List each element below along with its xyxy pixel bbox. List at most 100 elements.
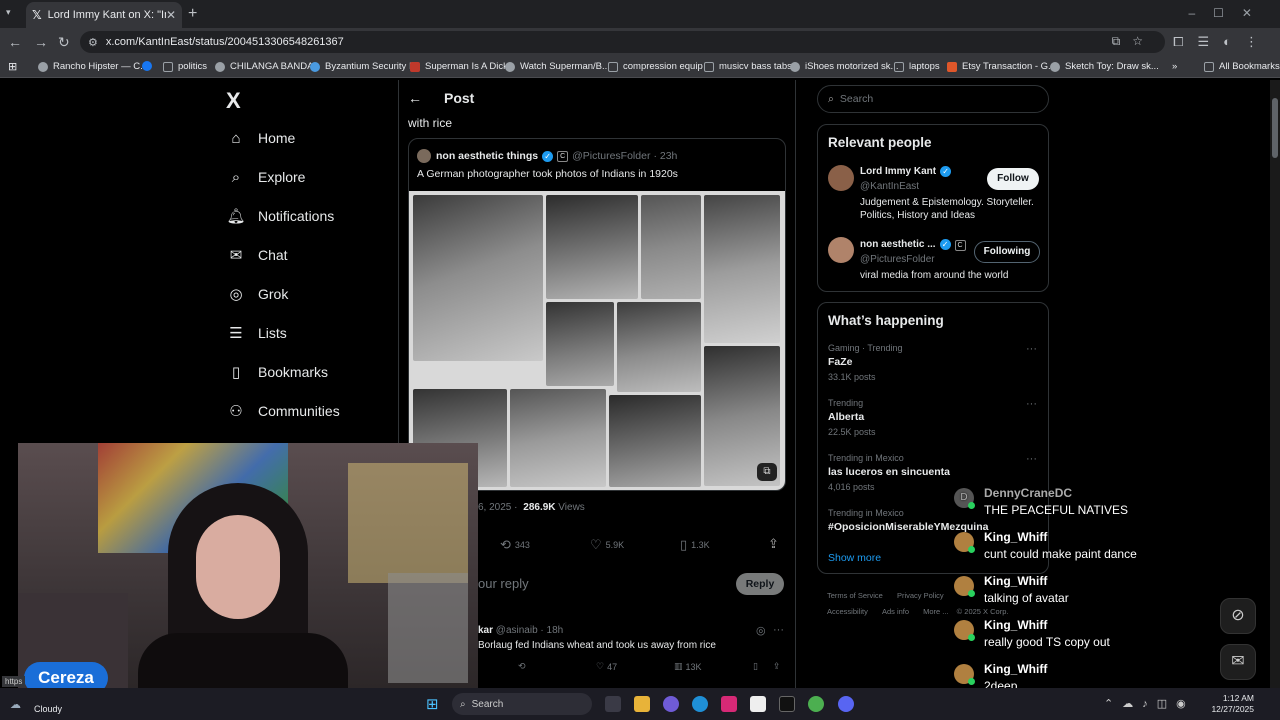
avatar[interactable] — [828, 237, 854, 263]
trend-item[interactable]: Trending in Mexico las luceros en sincuen… — [828, 453, 950, 492]
nav-notifications[interactable]: 🔔︎ Notifications — [226, 208, 334, 225]
bookmark-folder[interactable]: politics — [163, 61, 207, 72]
image-edit-icon[interactable]: ⧉ — [757, 463, 777, 481]
share-icon[interactable]: ⇪ — [768, 536, 779, 552]
bookmark-item[interactable]: Byzantium Security I... — [310, 61, 420, 72]
more-options-icon[interactable]: ··· — [1026, 343, 1037, 355]
person-handle[interactable]: @KantInEast — [860, 181, 919, 192]
bookmark-item[interactable]: Watch Superman/B... — [505, 61, 610, 72]
online-dot — [968, 634, 975, 641]
footer-link[interactable]: More ... — [923, 607, 948, 616]
window-controls[interactable]: –☐✕ — [1189, 6, 1271, 20]
browser-tab[interactable]: 𝕏 Lord Immy Kant on X: "Indians ✕ — [26, 2, 182, 28]
file-explorer-icon[interactable] — [634, 696, 650, 712]
page-scrollbar[interactable] — [1270, 80, 1280, 688]
grok-icon[interactable]: ◎ — [756, 624, 766, 637]
more-options-icon[interactable]: ··· — [773, 624, 784, 636]
facebook-icon[interactable] — [142, 61, 157, 71]
scrollbar-thumb[interactable] — [1272, 98, 1278, 158]
avatar[interactable] — [417, 149, 431, 163]
reload-icon[interactable]: ↻ — [58, 34, 70, 51]
bookmark-item[interactable]: Superman Is A Dick — [410, 61, 508, 72]
nav-home[interactable]: ⌂ Home — [228, 130, 295, 147]
follow-button[interactable]: Follow — [987, 168, 1039, 190]
trend-item[interactable]: Gaming · Trending FaZe 33.1K posts — [828, 343, 903, 382]
bookmark-folder[interactable]: compression equip — [608, 61, 703, 72]
bookmark-button[interactable]: ▯ 1.3K — [680, 537, 710, 553]
bookmark-folder[interactable]: laptops — [894, 61, 940, 72]
wall-panel — [348, 463, 468, 583]
reply-bookmark-icon[interactable]: ▯ — [753, 661, 758, 672]
like-button[interactable]: ♡ 5.9K — [590, 537, 624, 553]
address-bar[interactable]: ⚙ x.com/KantInEast/status/20045133065482… — [80, 31, 1165, 53]
close-tab-icon[interactable]: ✕ — [166, 8, 176, 22]
copilot-icon[interactable] — [663, 696, 679, 712]
avatar[interactable] — [828, 165, 854, 191]
grok-icon[interactable]: ⊘ — [1220, 598, 1256, 634]
quoted-author-name[interactable]: non aesthetic things — [436, 150, 538, 162]
tab-search-chevron-icon[interactable]: ▾ — [6, 7, 11, 18]
nav-communities[interactable]: ⚇ Communities — [228, 403, 339, 420]
person-name-row[interactable]: Lord Immy Kant ✓ — [860, 166, 955, 177]
weather-text[interactable]: Cloudy — [34, 704, 62, 714]
reply-author[interactable]: kar — [478, 625, 493, 636]
chrome-icon[interactable] — [808, 696, 824, 712]
footer-link[interactable]: Terms of Service — [827, 591, 883, 600]
new-tab-icon[interactable]: + — [188, 5, 197, 23]
more-bookmarks-icon[interactable]: » — [1172, 61, 1177, 72]
reply-button[interactable]: Reply — [736, 573, 784, 595]
system-tray[interactable]: ⌃☁♪◫◉ — [1104, 697, 1195, 710]
taskbar-clock[interactable]: 1:12 AM 12/27/2025 — [1211, 693, 1254, 715]
footer-link[interactable]: Ads info — [882, 607, 909, 616]
reply-share-icon[interactable]: ⇪ — [773, 661, 781, 672]
quoted-author-handle[interactable]: @PicturesFolder — [572, 150, 650, 162]
more-options-icon[interactable]: ··· — [1026, 453, 1037, 465]
messages-icon[interactable]: ✉ — [1220, 644, 1256, 680]
bookmark-item[interactable]: CHILANGA BANDA — [215, 61, 313, 72]
search-input[interactable]: ⌕ Search — [817, 85, 1049, 113]
all-bookmarks-folder[interactable]: All Bookmarks — [1204, 61, 1280, 72]
bookmark-folder[interactable]: musicv bass tabs — [704, 61, 792, 72]
windows-start-icon[interactable]: ⊞ — [426, 695, 439, 713]
footer-link[interactable]: Accessibility — [827, 607, 868, 616]
person-handle[interactable]: @PicturesFolder — [860, 254, 935, 265]
bookmark-item[interactable]: Etsy Transaction - G... — [947, 61, 1056, 72]
reply-handle[interactable]: @asinaib · 18h — [496, 625, 563, 636]
bookmark-item[interactable]: Rancho Hipster — C... — [38, 61, 148, 72]
back-arrow-icon[interactable]: ← — [8, 34, 22, 50]
reply-retweet-icon[interactable]: ⟲ — [518, 661, 526, 672]
nav-explore[interactable]: ⌕ Explore — [228, 169, 306, 186]
bookmark-item[interactable]: Sketch Toy: Draw sk... — [1050, 61, 1159, 72]
taskbar-search[interactable]: ⌕ Search — [452, 693, 592, 715]
x-app-icon[interactable] — [779, 696, 795, 712]
nav-chat[interactable]: ✉ Chat — [228, 247, 288, 264]
back-arrow-icon[interactable]: ← — [408, 90, 422, 106]
instagram-icon[interactable] — [721, 696, 737, 712]
x-logo-icon[interactable]: X — [226, 88, 241, 114]
apps-grid-icon[interactable]: ⊞ — [8, 60, 17, 73]
edge-icon[interactable] — [692, 696, 708, 712]
site-info-icon[interactable]: ⚙ — [88, 36, 98, 49]
more-options-icon[interactable]: ··· — [1026, 398, 1037, 410]
omnibox-actions[interactable]: ⧉☆ — [1112, 34, 1155, 49]
nav-lists[interactable]: ☰ Lists — [228, 325, 287, 342]
extensions-toolbar[interactable]: ⧠☰◐⋮ — [1173, 34, 1272, 50]
footer-link[interactable]: Privacy Policy — [897, 591, 944, 600]
nav-grok[interactable]: ◎ Grok — [228, 286, 288, 303]
reply-views[interactable]: ▥ 13K — [674, 661, 702, 672]
person-name-row[interactable]: non aesthetic ... ✓ C — [860, 239, 970, 251]
bookmark-item[interactable]: iShoes motorized sk... — [790, 61, 898, 72]
cloud-icon[interactable]: ☁ — [10, 698, 21, 711]
retweet-button[interactable]: ⟲ 343 — [500, 537, 530, 553]
amazon-icon[interactable] — [750, 696, 766, 712]
show-more-link[interactable]: Show more — [828, 552, 881, 564]
following-button[interactable]: Following — [974, 241, 1040, 263]
nav-bookmarks[interactable]: ▯ Bookmarks — [228, 364, 328, 381]
reply-like-button[interactable]: ♡ 47 — [596, 661, 617, 672]
discord-icon[interactable] — [838, 696, 854, 712]
trend-item[interactable]: Trending Alberta 22.5K posts — [828, 398, 876, 437]
forward-arrow-icon[interactable]: → — [34, 34, 48, 50]
task-view-icon[interactable] — [605, 696, 621, 712]
reply-input[interactable]: our reply — [478, 576, 529, 591]
quoted-post[interactable]: non aesthetic things ✓ C @PicturesFolder… — [408, 138, 786, 491]
